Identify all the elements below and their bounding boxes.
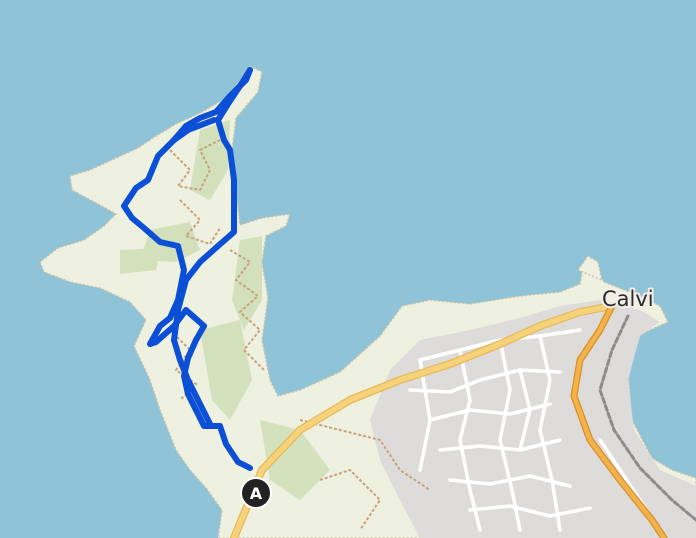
place-label-calvi: Calvi [602, 287, 654, 311]
start-marker-label: A [250, 484, 263, 503]
map-canvas[interactable]: Calvi A [0, 0, 696, 538]
start-marker[interactable]: A [240, 477, 272, 509]
